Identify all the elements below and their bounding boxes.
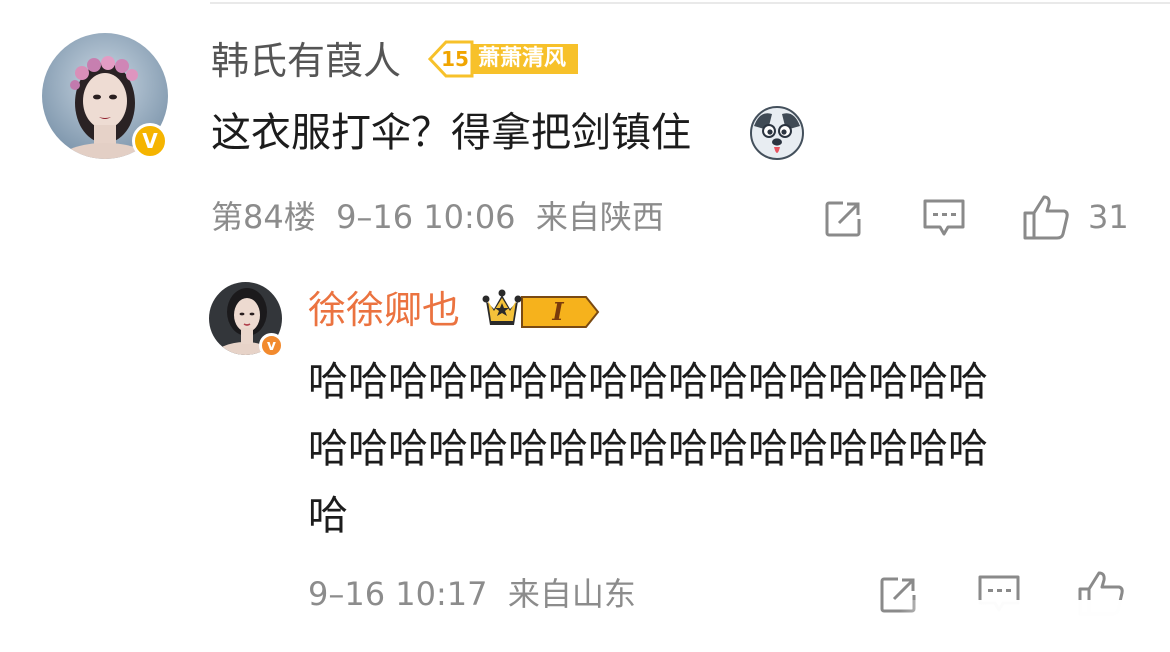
verified-badge: V xyxy=(132,123,168,159)
fan-badge[interactable]: 15 萧萧清风 xyxy=(428,40,580,78)
comment-text: 这衣服打伞？得拿把剑镇住 xyxy=(211,110,691,156)
reply-verified-badge: v xyxy=(259,333,284,358)
membership-badge[interactable]: I xyxy=(482,287,600,331)
thumbs-up-icon[interactable] xyxy=(1020,192,1072,242)
reply-text-line-1: 哈哈哈哈哈哈哈哈哈哈哈哈哈哈哈哈哈 xyxy=(308,359,988,405)
comment-meta: 第84楼 9–16 10:06 来自陕西 xyxy=(211,198,664,236)
membership-level: I xyxy=(552,297,564,326)
fan-badge-label: 萧萧清风 xyxy=(478,46,567,71)
watermark-overlay xyxy=(900,600,1170,652)
husky-dog-emoji xyxy=(748,104,806,162)
weibo-comment-thread: V 韩氏有葭人 15 萧萧清风 这衣服打伞？得拿把剑镇住 第84楼 9–16 1… xyxy=(0,0,1170,652)
crown-icon xyxy=(482,289,600,328)
divider xyxy=(210,2,1170,4)
reply-meta: 9–16 10:17 来自山东 xyxy=(308,575,636,613)
share-icon[interactable] xyxy=(820,196,866,242)
reply-verified-mark: v xyxy=(266,337,277,354)
reply-text-line-3: 哈 xyxy=(308,493,348,539)
like-count: 31 xyxy=(1088,198,1129,236)
username[interactable]: 韩氏有葭人 xyxy=(211,42,401,80)
fan-badge-level: 15 xyxy=(441,47,469,71)
verified-mark: V xyxy=(142,129,158,153)
comment-icon[interactable] xyxy=(920,196,968,242)
reply-avatar[interactable]: v xyxy=(209,282,284,358)
avatar[interactable]: V xyxy=(42,33,168,159)
reply-username[interactable]: 徐徐卿也 xyxy=(308,291,460,329)
reply-text-line-2: 哈哈哈哈哈哈哈哈哈哈哈哈哈哈哈哈哈 xyxy=(308,426,988,472)
